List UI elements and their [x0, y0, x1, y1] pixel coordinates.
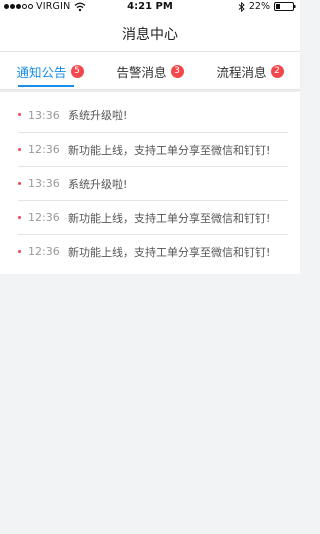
message-text: 新功能上线，支持工单分享至微信和钉钉!: [68, 211, 271, 225]
active-tab-indicator: [18, 85, 74, 87]
message-text: 系统升级啦!: [68, 177, 128, 191]
unread-dot: [18, 216, 21, 219]
unread-dot: [18, 148, 21, 151]
tab-label: 通知公告: [16, 64, 67, 80]
tab-workflow[interactable]: 流程消息 2: [200, 52, 300, 90]
unread-dot: [18, 250, 21, 253]
message-time: 13:36: [28, 177, 60, 190]
unread-dot: [18, 182, 21, 185]
battery-icon: [274, 2, 296, 11]
tab-label: 流程消息: [216, 64, 267, 80]
message-time: 12:36: [28, 143, 60, 156]
battery-percent: 22%: [248, 1, 270, 12]
list-item[interactable]: 12:36 新功能上线，支持工单分享至微信和钉钉!: [18, 132, 288, 166]
message-time: 12:36: [28, 211, 60, 224]
list-item[interactable]: 12:36 新功能上线，支持工单分享至微信和钉钉!: [18, 234, 288, 268]
list-item[interactable]: 12:36 新功能上线，支持工单分享至微信和钉钉!: [18, 200, 288, 234]
page-title: 消息中心: [122, 27, 178, 43]
list-item[interactable]: 13:36 系统升级啦!: [18, 166, 288, 200]
count-badge: 2: [270, 64, 284, 78]
message-text: 新功能上线，支持工单分享至微信和钉钉!: [68, 245, 271, 259]
nav-bar: 消息中心: [0, 14, 300, 52]
status-bar: VIRGIN 4:21 PM 22%: [0, 0, 300, 14]
bluetooth-icon: [238, 1, 245, 12]
status-right: 22%: [238, 1, 296, 12]
count-badge: 3: [170, 64, 184, 78]
message-list: 13:36 系统升级啦! 12:36 新功能上线，支持工单分享至微信和钉钉! 1…: [0, 92, 300, 274]
unread-dot: [18, 113, 21, 116]
count-badge: 5: [70, 64, 84, 78]
message-time: 12:36: [28, 245, 60, 258]
tab-alarms[interactable]: 告警消息 3: [100, 52, 200, 90]
message-time: 13:36: [28, 108, 60, 122]
message-text: 新功能上线，支持工单分享至微信和钉钉!: [68, 143, 271, 157]
message-text: 系统升级啦!: [68, 109, 128, 122]
list-item[interactable]: 13:36 系统升级啦!: [18, 98, 288, 132]
tab-label: 告警消息: [116, 64, 167, 80]
